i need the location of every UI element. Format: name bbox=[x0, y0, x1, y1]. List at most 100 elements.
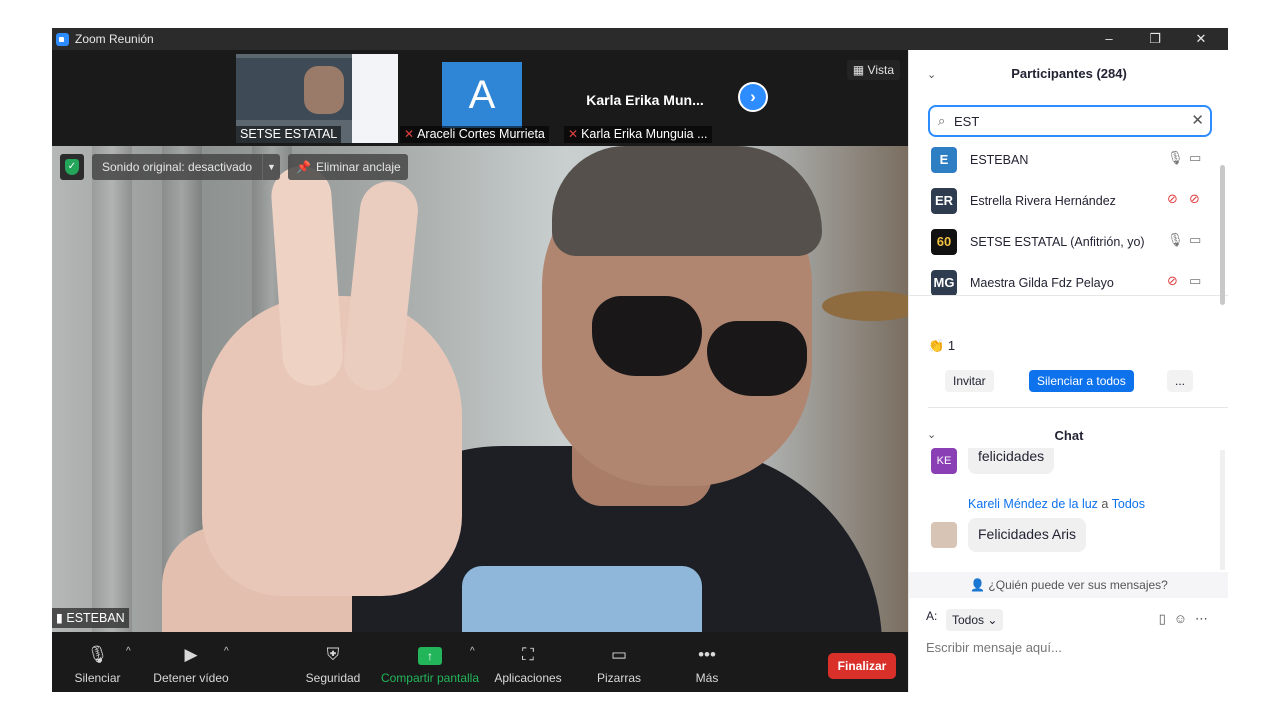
security-label: Seguridad bbox=[305, 671, 361, 685]
recipient-select[interactable]: Todos ⌄ bbox=[946, 609, 1004, 631]
search-input[interactable] bbox=[954, 112, 1184, 130]
muted-microphone-icon[interactable]: ⊘ bbox=[1167, 191, 1178, 207]
view-button[interactable]: ▦ Vista bbox=[846, 60, 900, 80]
minimize-button[interactable]: – bbox=[1086, 28, 1132, 50]
video-camera-icon[interactable]: ▭ bbox=[1189, 232, 1201, 248]
person-icon: 👤 bbox=[970, 578, 989, 592]
chat-message: felicidades bbox=[968, 448, 1055, 474]
microphone-icon[interactable]: 🎙 bbox=[1167, 150, 1184, 166]
sender-avatar-photo bbox=[931, 522, 957, 548]
thumbnail-name: Araceli Cortes Murrieta bbox=[417, 127, 545, 141]
reaction-count-value: 1 bbox=[947, 338, 956, 353]
restore-button[interactable]: ❐ bbox=[1132, 28, 1178, 50]
mute-button[interactable]: 🎙 Silenciar bbox=[70, 632, 125, 692]
meeting-toolbar: 🎙 Silenciar ^ ▶ Detener vídeo ^ ⛨ Seguri… bbox=[52, 632, 908, 692]
participant-row[interactable]: ER Estrella Rivera Hernández ⊘ ⊘ bbox=[909, 181, 1228, 222]
participant-row[interactable]: MG Maestra Gilda Fdz Pelayo ⊘ ▭ bbox=[909, 263, 1228, 295]
chat-message-input[interactable]: Escribir mensaje aquí... bbox=[926, 640, 1216, 655]
thumbnail-big-name: Karla Erika Mun... bbox=[586, 92, 704, 108]
sender-name: Kareli Méndez de la luz bbox=[968, 497, 1098, 511]
whiteboards-label: Pizarras bbox=[596, 671, 641, 685]
document-preview bbox=[352, 54, 398, 143]
thumbnail-name: Karla Erika Munguia ... bbox=[581, 127, 708, 141]
thumbnail-karla[interactable]: Karla Erika Mun... ✕ Karla Erika Munguia … bbox=[564, 54, 726, 143]
chat-sender-line: Kareli Méndez de la luz a Todos bbox=[968, 497, 1145, 511]
caret-up-icon[interactable]: ^ bbox=[224, 646, 229, 657]
window-title: Zoom Reunión bbox=[75, 32, 154, 46]
person-hair bbox=[552, 146, 822, 256]
caret-up-icon[interactable]: ^ bbox=[470, 646, 475, 657]
muted-mic-icon: ✕ bbox=[404, 127, 415, 141]
video-camera-icon[interactable]: ▭ bbox=[1189, 273, 1201, 289]
participant-search[interactable]: ⌕ ✕ bbox=[928, 105, 1212, 137]
clear-search-icon[interactable]: ✕ bbox=[1191, 111, 1204, 129]
participant-name: ESTEBAN bbox=[970, 153, 1029, 167]
mute-label: Silenciar bbox=[74, 671, 121, 685]
emoji-icon[interactable]: ☺ bbox=[1174, 611, 1195, 626]
search-icon: ⌕ bbox=[938, 113, 946, 128]
mute-all-button[interactable]: Silenciar a todos bbox=[1029, 370, 1134, 392]
pin-icon: 📌 bbox=[296, 160, 311, 174]
close-button[interactable]: ✕ bbox=[1178, 28, 1224, 50]
video-stage: SETSE ESTATAL A ✕ Araceli Cortes Murrieta… bbox=[52, 50, 908, 632]
end-meeting-button[interactable]: Finalizar bbox=[828, 653, 896, 679]
signal-strength-icon: ▮ bbox=[56, 611, 67, 625]
sunglasses-left-lens bbox=[592, 296, 702, 376]
file-icon[interactable]: ▯ bbox=[1159, 611, 1174, 626]
stop-video-button[interactable]: ▶ Detener vídeo bbox=[152, 632, 230, 692]
avatar: A bbox=[442, 62, 522, 128]
participant-row[interactable]: E ESTEBAN 🎙 ▭ bbox=[909, 140, 1228, 181]
panel-divider bbox=[928, 407, 1228, 408]
thumbnail-name: SETSE ESTATAL bbox=[236, 126, 342, 143]
chat-recipient-row: A: Todos ⌄ ▯☺⋯ bbox=[926, 609, 1216, 633]
original-sound-toggle[interactable]: Sonido original: desactivado ▼ bbox=[92, 154, 280, 180]
unpin-button[interactable]: 📌 Eliminar anclaje bbox=[288, 154, 408, 180]
chevron-right-icon: › bbox=[750, 87, 756, 106]
background-curtain bbox=[92, 146, 132, 632]
share-screen-button[interactable]: ↑ Compartir pantalla bbox=[380, 632, 480, 692]
side-panel: ⌄ Participantes (284) ⌕ ✕ E ESTEBAN 🎙 ▭ … bbox=[908, 50, 1228, 692]
apps-button[interactable]: ⛶ Aplicaciones bbox=[492, 632, 564, 692]
participant-list: E ESTEBAN 🎙 ▭ ER Estrella Rivera Hernánd… bbox=[909, 140, 1228, 296]
video-off-icon[interactable]: ⊘ bbox=[1189, 191, 1200, 207]
who-can-see-label: ¿Quién puede ver sus mensajes? bbox=[988, 578, 1168, 592]
more-dots-icon[interactable]: ⋯ bbox=[1195, 611, 1216, 626]
participant-avatar: ER bbox=[931, 188, 957, 214]
microphone-icon[interactable]: 🎙 bbox=[1167, 232, 1184, 248]
video-camera-icon[interactable]: ▭ bbox=[1189, 150, 1201, 166]
original-sound-label: Sonido original: desactivado bbox=[102, 160, 253, 174]
stop-video-label: Detener vídeo bbox=[153, 671, 229, 685]
participant-name: SETSE ESTATAL (Anfitrión, yo) bbox=[970, 235, 1145, 249]
muted-mic-icon: ✕ bbox=[568, 127, 579, 141]
encryption-shield-icon[interactable]: ✓ bbox=[60, 154, 84, 180]
participants-header: Participantes (284) bbox=[1011, 66, 1127, 81]
chat-header: Chat bbox=[1054, 428, 1084, 443]
reaction-count: 👏 1 bbox=[928, 338, 955, 354]
thumbnail-setse[interactable]: SETSE ESTATAL bbox=[236, 54, 398, 143]
recipient-value: Todos bbox=[952, 613, 985, 627]
participant-avatar: MG bbox=[931, 270, 957, 295]
more-options-button[interactable]: ... bbox=[1167, 370, 1194, 392]
chat-scrollbar[interactable] bbox=[1220, 450, 1225, 570]
title-bar: Zoom Reunión – ❐ ✕ bbox=[52, 28, 1228, 50]
security-button[interactable]: ⛨ Seguridad bbox=[304, 632, 362, 692]
invite-button[interactable]: Invitar bbox=[945, 370, 994, 392]
whiteboards-button[interactable]: ▭ Pizarras bbox=[592, 632, 646, 692]
to-word: a bbox=[1101, 497, 1109, 511]
chevron-down-icon[interactable]: ▼ bbox=[262, 154, 280, 180]
caret-up-icon[interactable]: ^ bbox=[126, 646, 131, 657]
more-button[interactable]: ••• Más bbox=[684, 632, 730, 692]
more-label: Más bbox=[695, 671, 719, 685]
sunglasses-right-lens bbox=[707, 321, 807, 396]
participant-scrollbar[interactable] bbox=[1220, 165, 1225, 305]
apps-label: Aplicaciones bbox=[494, 671, 562, 685]
recipient-name: Todos bbox=[1111, 497, 1145, 511]
participant-row[interactable]: 60 SETSE ESTATAL (Anfitrión, yo) 🎙 ▭ bbox=[909, 222, 1228, 263]
main-video bbox=[52, 146, 908, 632]
thumbnail-araceli[interactable]: A ✕ Araceli Cortes Murrieta bbox=[400, 54, 562, 143]
participant-name: Maestra Gilda Fdz Pelayo bbox=[970, 276, 1114, 290]
muted-microphone-icon[interactable]: ⊘ bbox=[1167, 273, 1178, 289]
next-page-button[interactable]: › bbox=[738, 82, 768, 112]
who-can-see-messages[interactable]: 👤 ¿Quién puede ver sus mensajes? bbox=[909, 572, 1228, 598]
clapping-hands-icon: 👏 bbox=[928, 338, 945, 353]
